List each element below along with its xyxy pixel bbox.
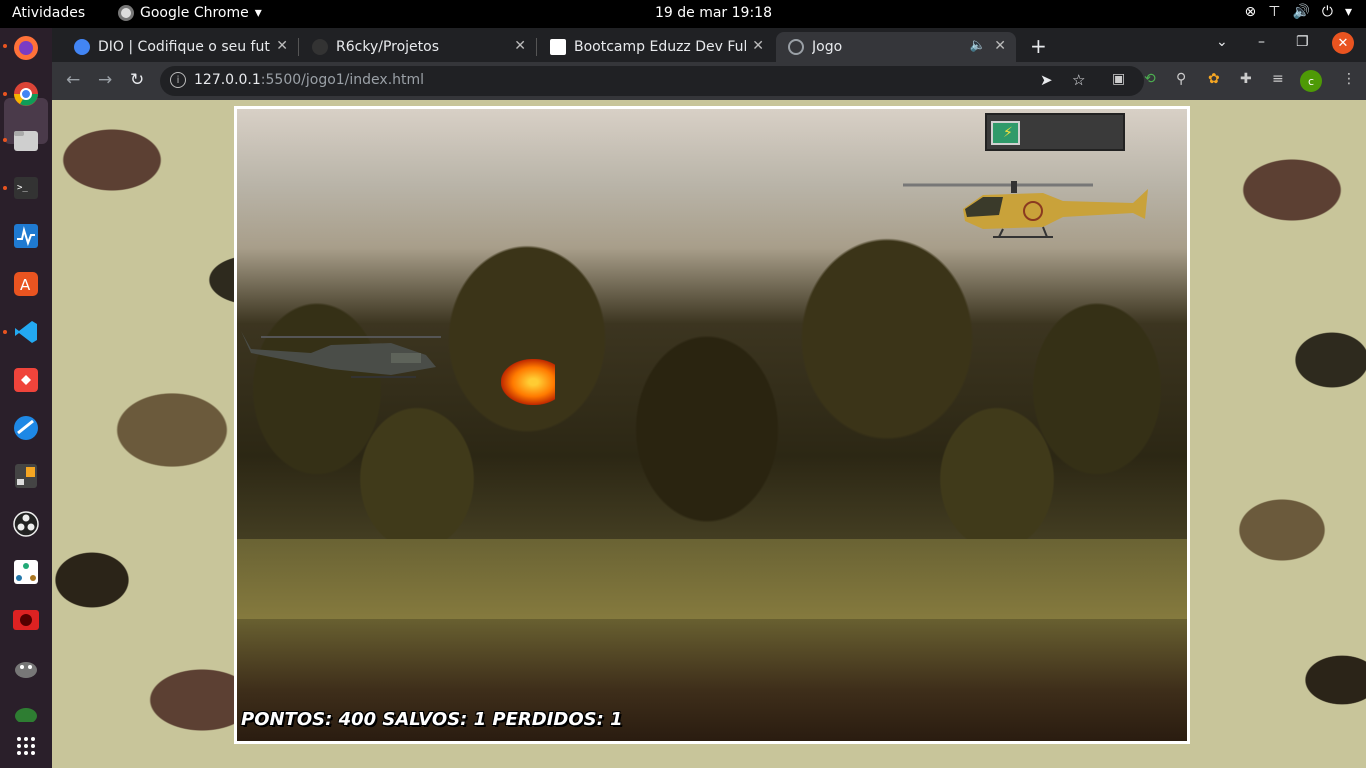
tab-label: R6cky/Projetos — [336, 39, 440, 55]
running-indicator — [3, 330, 7, 334]
media-control-icon[interactable]: ≡ — [1272, 71, 1284, 87]
media-player-icon[interactable] — [8, 602, 44, 638]
new-tab-button[interactable]: + — [1030, 34, 1047, 58]
running-indicator — [3, 138, 7, 142]
running-indicator — [3, 44, 7, 48]
window-close-button[interactable]: ✕ — [1332, 32, 1354, 54]
extensions-puzzle-icon[interactable]: ✚ — [1240, 71, 1252, 87]
minimize-button[interactable]: – — [1258, 34, 1265, 50]
explosion — [501, 359, 555, 405]
close-icon[interactable]: ✕ — [276, 38, 288, 54]
menu-kebab-icon[interactable]: ⋮ — [1342, 71, 1356, 87]
fuel-icon: ⚡ — [1003, 125, 1013, 141]
tab-strip: DIO | Codifique o seu futu ✕ R6cky/Proje… — [52, 28, 1366, 62]
app-icon[interactable] — [8, 694, 44, 730]
dio-favicon-icon — [74, 39, 90, 55]
close-icon[interactable]: ✕ — [514, 38, 526, 54]
firefox-icon[interactable] — [8, 30, 44, 66]
github-favicon-icon — [312, 39, 328, 55]
clock[interactable]: 19 de mar 19:18 — [655, 5, 772, 21]
chrome-icon — [118, 5, 134, 21]
globe-app-icon[interactable] — [8, 410, 44, 446]
player-helicopter — [241, 331, 441, 378]
address-bar[interactable]: i 127.0.0.1:5500/jogo1/index.html ➤ ☆ — [160, 66, 1144, 96]
audio-playing-icon[interactable]: 🔈 — [970, 38, 986, 53]
tab-github[interactable]: R6cky/Projetos ✕ — [300, 32, 536, 62]
tab-jogo[interactable]: Jogo 🔈 ✕ — [776, 32, 1016, 62]
accessibility-icon[interactable]: ⊗ — [1245, 4, 1257, 20]
meadow-background — [237, 539, 1187, 619]
running-indicator — [3, 92, 7, 96]
anydesk-icon[interactable] — [8, 362, 44, 398]
enemy-helicopter — [903, 181, 1148, 238]
power-icon[interactable]: ⏻ — [1322, 4, 1333, 20]
dock: >_ A — [0, 28, 52, 768]
forward-button[interactable]: → — [98, 70, 112, 90]
network-tool-icon[interactable] — [8, 554, 44, 590]
tab-search-icon[interactable]: ⌄ — [1216, 34, 1228, 50]
system-monitor-icon[interactable] — [8, 218, 44, 254]
extension-search-icon[interactable]: ⚲ — [1176, 71, 1186, 87]
running-indicator — [3, 186, 7, 190]
extension-cookie-icon[interactable]: ✿ — [1208, 71, 1220, 87]
extension-refresh-icon[interactable]: ⟲ — [1144, 71, 1156, 87]
reload-button[interactable]: ↻ — [130, 70, 144, 90]
obs-icon[interactable] — [8, 506, 44, 542]
fuel-gauge: ⚡ — [985, 113, 1125, 151]
close-icon[interactable]: ✕ — [752, 38, 764, 54]
chevron-down-icon[interactable]: ▾ — [1345, 4, 1352, 20]
send-to-device-icon[interactable]: ➤ — [1040, 71, 1053, 89]
tab-bootcamp[interactable]: Bootcamp Eduzz Dev Fullst ✕ — [538, 32, 774, 62]
terminal-icon[interactable]: >_ — [8, 170, 44, 206]
network-icon[interactable]: ⊤ — [1268, 4, 1280, 20]
forest-background — [237, 229, 1187, 559]
tab-label: Bootcamp Eduzz Dev Fullst — [574, 39, 746, 55]
bootcamp-favicon-icon — [550, 39, 566, 55]
app-menu[interactable]: Google Chrome ▾ — [118, 5, 262, 21]
url-text[interactable]: 127.0.0.1:5500/jogo1/index.html — [194, 72, 424, 88]
game-canvas[interactable]: ⚡ PONTOS: 400 SALVOS: 1 PERDIDOS: 1 — [234, 106, 1190, 744]
profile-avatar[interactable]: c — [1300, 70, 1322, 92]
bookmark-star-icon[interactable]: ☆ — [1072, 71, 1085, 89]
calculator-icon[interactable] — [8, 458, 44, 494]
app-menu-label: Google Chrome — [140, 5, 249, 21]
files-icon[interactable] — [8, 122, 44, 158]
gimp-icon[interactable] — [8, 650, 44, 686]
tab-label: DIO | Codifique o seu futu — [98, 39, 270, 55]
fuel-bar: ⚡ — [991, 121, 1020, 145]
vscode-icon[interactable] — [8, 314, 44, 350]
system-top-bar: Atividades Google Chrome ▾ 19 de mar 19:… — [0, 0, 1366, 28]
tab-dio[interactable]: DIO | Codifique o seu futu ✕ — [62, 32, 298, 62]
svg-text:A: A — [20, 276, 31, 294]
tab-separator — [298, 38, 299, 56]
chevron-down-icon: ▾ — [254, 5, 262, 21]
tab-label: Jogo — [812, 39, 843, 55]
extension-json-icon[interactable]: ▣ — [1112, 71, 1125, 87]
restore-button[interactable]: ❐ — [1296, 34, 1309, 50]
software-center-icon[interactable]: A — [8, 266, 44, 302]
system-tray[interactable]: ⊗ ⊤ 🔊 ⏻ ▾ — [1245, 4, 1352, 20]
volume-icon[interactable]: 🔊 — [1292, 4, 1309, 20]
tab-separator — [536, 38, 537, 56]
page-viewport: ⚡ PONTOS: 400 SALVOS: 1 PERDIDOS: 1 — [52, 100, 1366, 768]
back-button[interactable]: ← — [66, 70, 80, 90]
show-apps-icon[interactable] — [8, 728, 44, 764]
score-hud: PONTOS: 400 SALVOS: 1 PERDIDOS: 1 — [241, 709, 623, 730]
chrome-icon[interactable] — [8, 76, 44, 112]
browser-toolbar: ← → ↻ i 127.0.0.1:5500/jogo1/index.html … — [52, 62, 1366, 100]
globe-icon — [788, 39, 804, 55]
activities-button[interactable]: Atividades — [12, 5, 85, 21]
site-info-icon[interactable]: i — [170, 72, 186, 88]
svg-text:>_: >_ — [17, 183, 28, 193]
close-icon[interactable]: ✕ — [994, 38, 1006, 54]
